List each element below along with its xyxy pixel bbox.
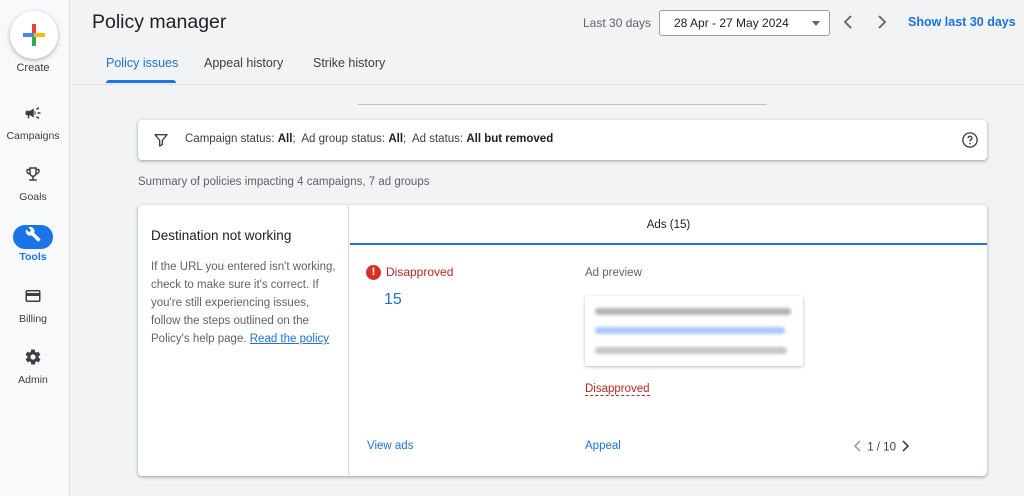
help-icon[interactable] bbox=[961, 131, 979, 149]
policy-info: Destination not working If the URL you e… bbox=[138, 205, 349, 476]
trophy-icon bbox=[13, 165, 53, 189]
sidebar-item-label: Billing bbox=[18, 313, 47, 325]
chevron-right-icon bbox=[878, 15, 887, 29]
active-tab-indicator bbox=[106, 80, 176, 83]
error-icon: ! bbox=[366, 265, 381, 281]
divider bbox=[358, 104, 767, 105]
filter-summary: Campaign status: All; Ad group status: A… bbox=[185, 133, 554, 145]
next-period-button[interactable] bbox=[873, 12, 891, 32]
plus-icon bbox=[23, 24, 45, 46]
policy-card: Destination not working If the URL you e… bbox=[138, 205, 987, 476]
ads-tab[interactable]: Ads (15) bbox=[350, 205, 987, 245]
disapproved-count[interactable]: 15 bbox=[384, 291, 402, 309]
create-label: Create bbox=[16, 62, 50, 74]
campaign-status-value: All bbox=[277, 133, 293, 145]
sidebar-item-campaigns[interactable]: Campaigns bbox=[0, 101, 66, 142]
filter-icon bbox=[154, 134, 168, 147]
next-ad-button[interactable] bbox=[899, 439, 911, 456]
filter-bar[interactable]: Campaign status: All; Ad group status: A… bbox=[138, 120, 987, 160]
preview-pager: 1 / 10 bbox=[852, 439, 911, 456]
read-the-policy-link[interactable]: Read the policy bbox=[250, 333, 329, 345]
blurred-url bbox=[595, 327, 785, 334]
gear-icon bbox=[13, 348, 53, 372]
campaign-status-label: Campaign status: bbox=[185, 133, 275, 145]
blurred-description bbox=[595, 347, 787, 354]
sidebar-item-billing[interactable]: Billing bbox=[0, 284, 66, 325]
preview-disapproved-status[interactable]: Disapproved bbox=[585, 383, 650, 396]
credit-card-icon bbox=[13, 287, 53, 311]
tools-icon bbox=[13, 225, 53, 249]
ads-tab-label: Ads (15) bbox=[646, 219, 691, 231]
policy-description: If the URL you entered isn't working, ch… bbox=[151, 258, 341, 348]
date-range-select[interactable]: 28 Apr - 27 May 2024 bbox=[659, 10, 830, 36]
ad-group-status-value: All bbox=[388, 133, 404, 145]
sidebar-item-label: Tools bbox=[19, 251, 47, 263]
blurred-headline bbox=[595, 308, 791, 315]
megaphone-icon bbox=[13, 104, 53, 128]
sidebar-item-label: Admin bbox=[18, 374, 48, 386]
policy-summary: Summary of policies impacting 4 campaign… bbox=[138, 176, 430, 188]
previous-period-button[interactable] bbox=[839, 12, 857, 32]
date-range-label: Last 30 days bbox=[583, 16, 652, 30]
policy-title: Destination not working bbox=[151, 228, 292, 243]
appeal-link[interactable]: Appeal bbox=[585, 440, 621, 452]
chevron-left-icon bbox=[843, 15, 852, 29]
previous-ad-button[interactable] bbox=[852, 439, 864, 456]
page-title: Policy manager bbox=[92, 11, 227, 33]
tab-bar: Policy issues Appeal history Strike hist… bbox=[72, 50, 1024, 85]
sidebar-item-label: Goals bbox=[19, 191, 47, 203]
show-last-30-days-link[interactable]: Show last 30 days bbox=[908, 15, 1016, 29]
sidebar-item-goals[interactable]: Goals bbox=[0, 162, 66, 203]
ad-status-value: All but removed bbox=[466, 133, 554, 145]
create-button[interactable] bbox=[10, 11, 58, 59]
date-range-value: 28 Apr - 27 May 2024 bbox=[674, 16, 789, 30]
ad-preview bbox=[585, 296, 803, 366]
ad-preview-label: Ad preview bbox=[585, 267, 642, 279]
side-navigation: Create Campaigns Goals Tools Billing Adm… bbox=[0, 0, 70, 496]
sidebar-item-admin[interactable]: Admin bbox=[0, 345, 66, 386]
ad-group-status-label: Ad group status: bbox=[301, 133, 386, 145]
sidebar-item-tools[interactable]: Tools bbox=[0, 222, 66, 263]
tab-policy-issues[interactable]: Policy issues bbox=[106, 56, 178, 80]
pager-position: 1 / 10 bbox=[867, 441, 896, 454]
tab-appeal-history[interactable]: Appeal history bbox=[204, 56, 283, 80]
sidebar-item-label: Campaigns bbox=[6, 130, 60, 142]
status-label: Disapproved bbox=[386, 265, 454, 279]
view-ads-link[interactable]: View ads bbox=[367, 440, 413, 452]
disapproved-status: ! Disapproved bbox=[366, 265, 454, 281]
ad-status-label: Ad status: bbox=[411, 133, 464, 145]
tab-strike-history[interactable]: Strike history bbox=[313, 56, 385, 80]
chevron-left-icon bbox=[853, 440, 861, 452]
chevron-right-icon bbox=[902, 440, 910, 452]
caret-down-icon bbox=[812, 21, 820, 26]
